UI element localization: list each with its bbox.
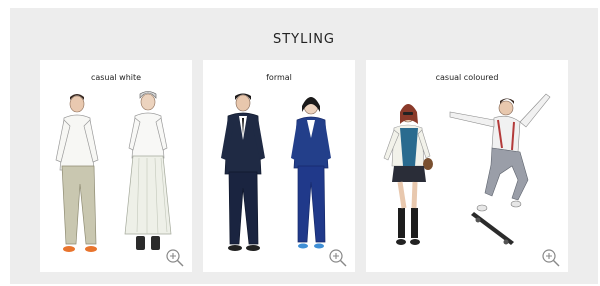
outfit-illustration-casual-coloured: [383, 93, 551, 245]
section-title: STYLING: [272, 32, 335, 47]
outfit-illustration-formal: [221, 93, 331, 251]
outfit-card-casual-white[interactable]: casual white: [40, 60, 192, 272]
outfit-illustration-casual-white: [55, 91, 172, 252]
styling-section: STYLING casual white formal casual colou…: [10, 8, 598, 284]
card-label: formal: [266, 73, 292, 82]
outfit-card-casual-coloured[interactable]: casual coloured: [366, 60, 568, 272]
zoom-in-icon[interactable]: [328, 248, 348, 268]
zoom-in-icon[interactable]: [541, 248, 561, 268]
card-label: casual coloured: [435, 73, 499, 82]
card-label: casual white: [90, 73, 142, 82]
zoom-in-icon[interactable]: [165, 248, 185, 268]
outfit-card-formal[interactable]: formal: [203, 60, 355, 272]
